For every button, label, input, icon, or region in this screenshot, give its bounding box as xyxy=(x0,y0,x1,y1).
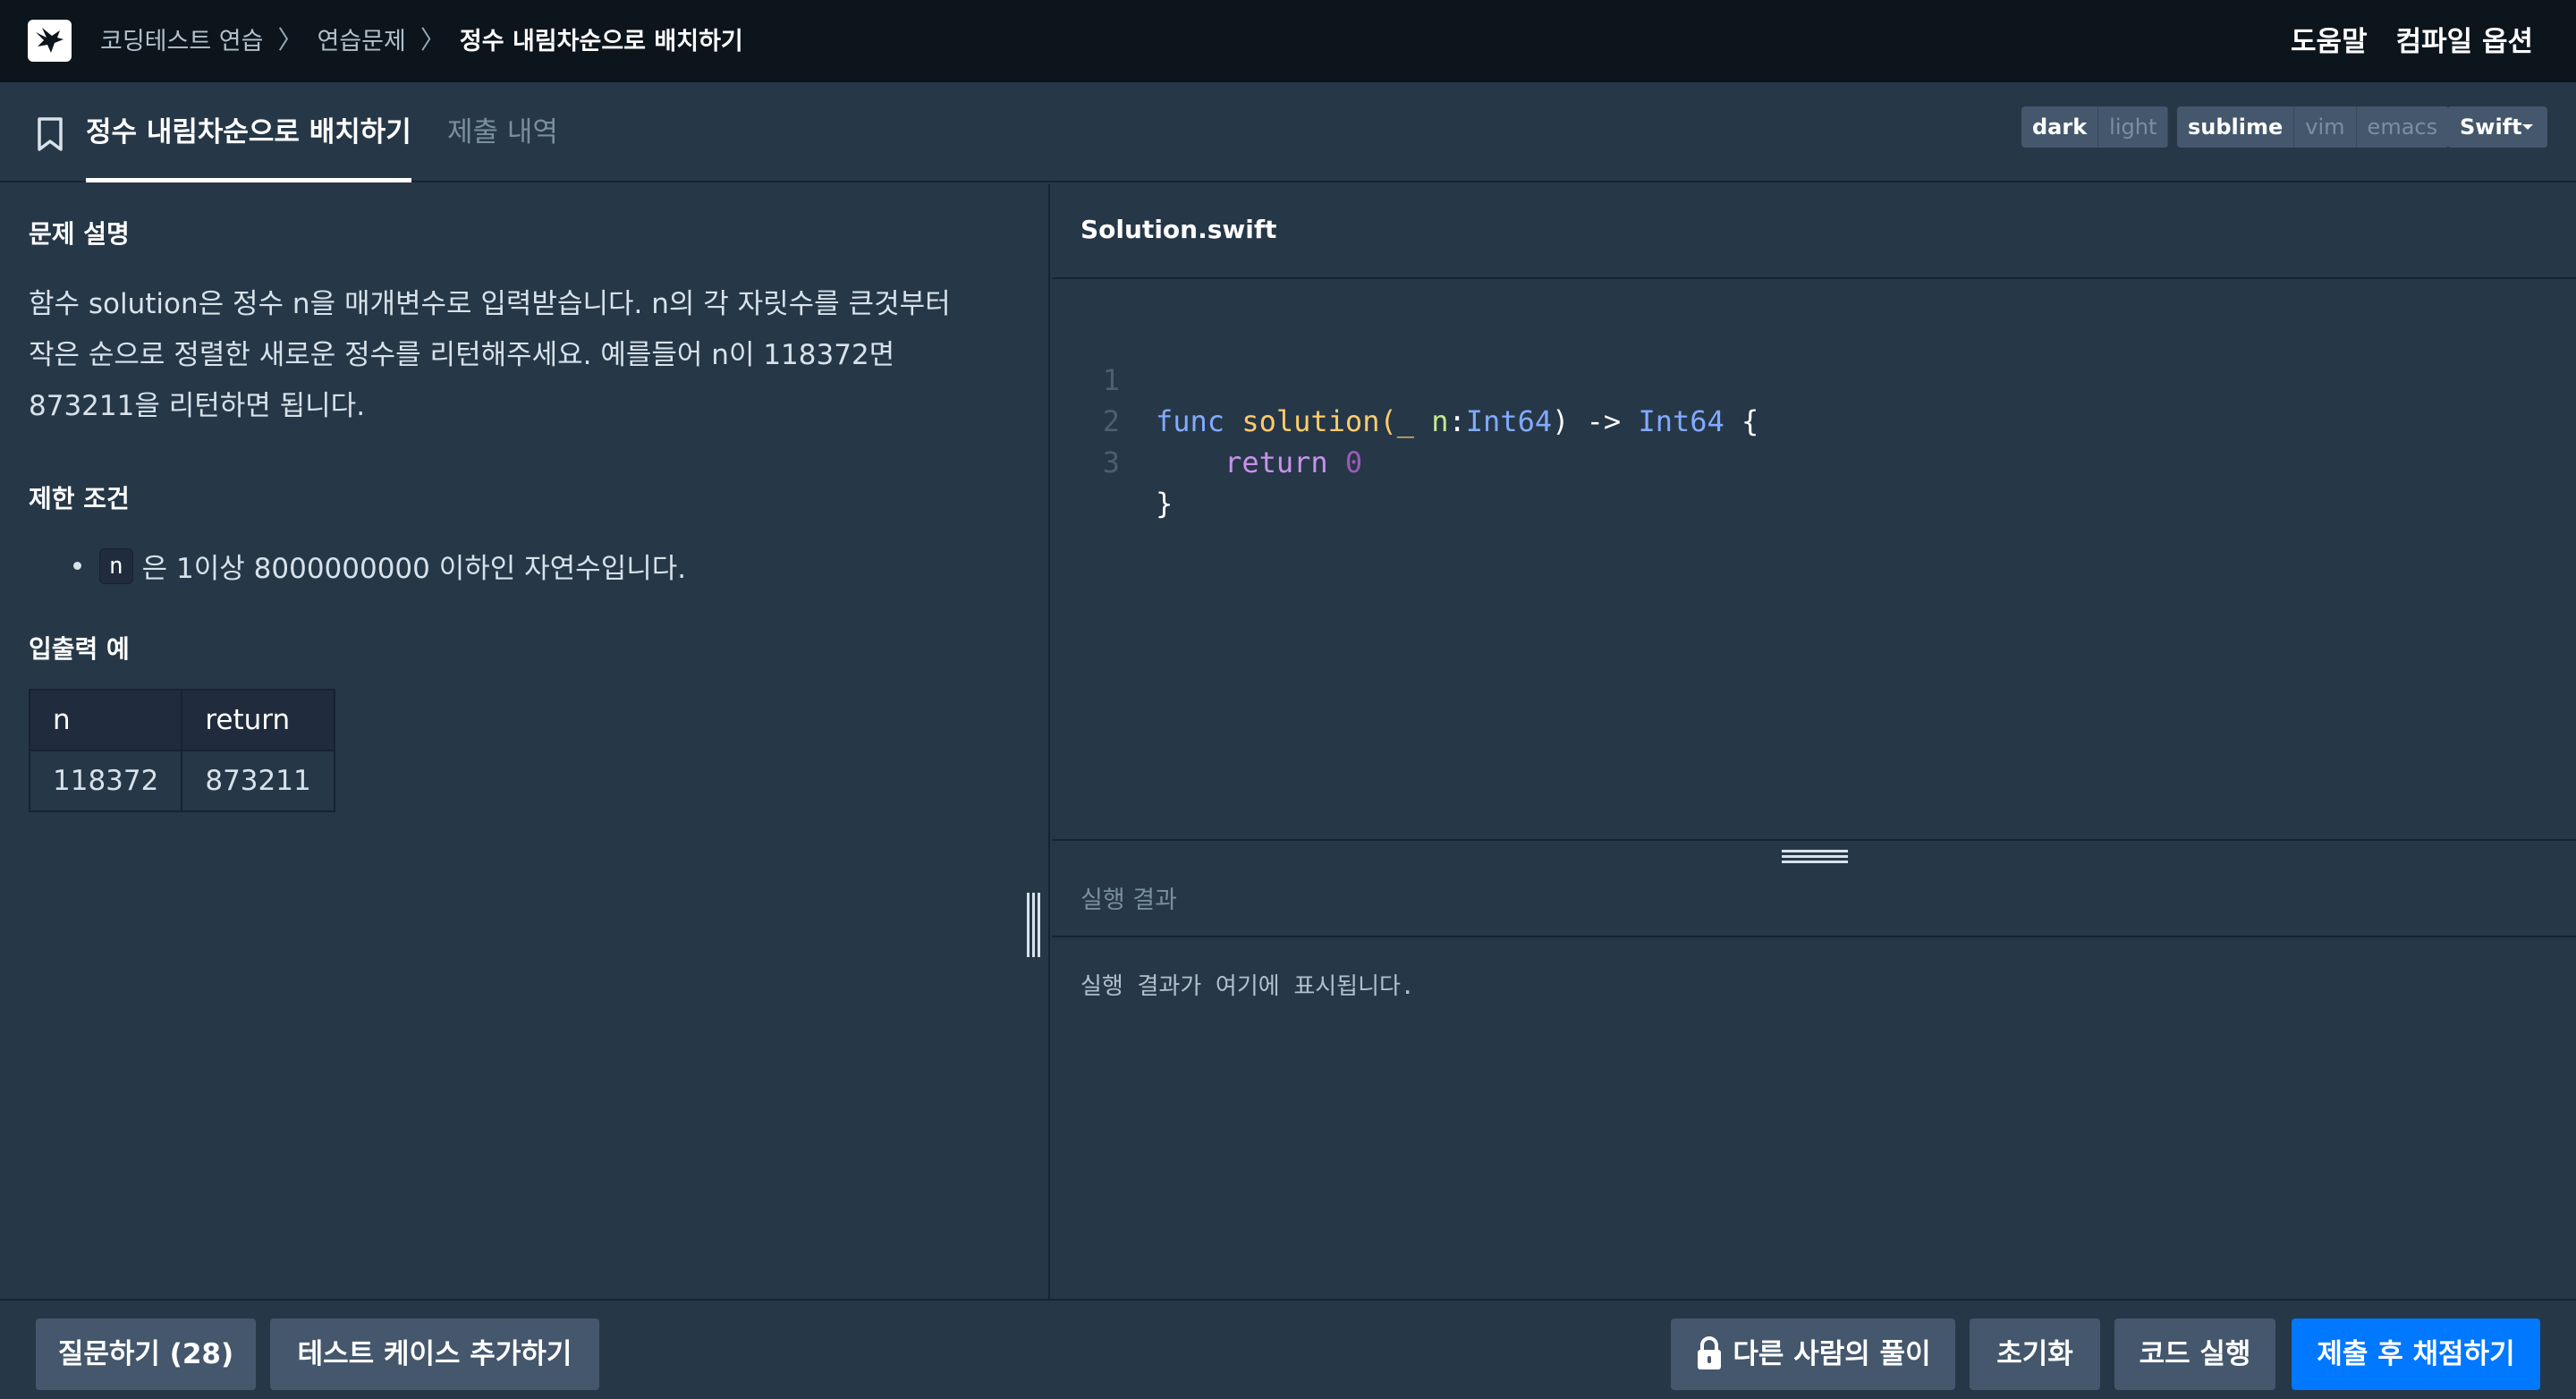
table-header-row: n return xyxy=(28,689,335,751)
programmers-logo-icon[interactable] xyxy=(28,20,72,62)
io-example-table: n return 118372 873211 xyxy=(28,689,335,812)
breadcrumb-separator-icon: 〉 xyxy=(419,25,445,55)
tab-problem[interactable]: 정수 내림차순으로 배치하기 xyxy=(86,109,411,182)
run-code-button[interactable]: 코드 실행 xyxy=(2114,1318,2275,1390)
result-title: 실행 결과 xyxy=(1080,886,1177,914)
constraint-item: n 은 1이상 8000000000 이하인 자연수입니다. xyxy=(73,546,686,586)
table-cell: 118372 xyxy=(28,750,183,812)
description-heading: 문제 설명 xyxy=(29,219,130,249)
code-token: return xyxy=(1224,445,1328,479)
code-token: } xyxy=(1156,487,1174,521)
others-solution-label: 다른 사람의 풀이 xyxy=(1733,1338,1931,1370)
vertical-resize-handle[interactable] xyxy=(1027,893,1046,957)
description-text: 함수 solution은 정수 n을 매개변수로 입력받습니다. n의 각 자릿… xyxy=(29,279,986,432)
code-line: 1 func solution(_ n:Int64) -> Int64 { xyxy=(1052,318,2576,438)
line-number: 3 xyxy=(1102,445,1120,479)
code-editor[interactable]: 1 func solution(_ n:Int64) -> Int64 { 2 … xyxy=(1052,281,2576,843)
compile-options-link[interactable]: 컴파일 옵션 xyxy=(2396,19,2533,59)
breadcrumb: 코딩테스트 연습 〉 연습문제 〉 정수 내림차순으로 배치하기 xyxy=(100,0,743,77)
constraints-heading: 제한 조건 xyxy=(29,484,130,513)
action-footer: 질문하기 (28) 테스트 케이스 추가하기 다른 사람의 풀이 초기화 코드 … xyxy=(0,1299,2576,1399)
code-line: 2 return 0 xyxy=(1052,360,2576,479)
theme-dark-button[interactable]: dark xyxy=(2021,106,2099,148)
keymap-emacs-button[interactable]: emacs xyxy=(2356,106,2450,148)
others-solution-button[interactable]: 다른 사람의 풀이 xyxy=(1671,1318,1955,1390)
lock-icon xyxy=(1698,1335,1722,1369)
breadcrumb-practice[interactable]: 연습문제 xyxy=(317,21,405,56)
result-header: 실행 결과 xyxy=(1052,839,2576,937)
description-line: 함수 solution은 정수 n을 매개변수로 입력받습니다. n의 각 자릿… xyxy=(29,288,951,320)
constraint-code: n xyxy=(99,547,133,584)
bookmark-icon[interactable] xyxy=(36,116,64,152)
keymap-sublime-button[interactable]: sublime xyxy=(2177,106,2295,148)
keymap-vim-button[interactable]: vim xyxy=(2294,106,2357,148)
language-select-value: Swift xyxy=(2460,114,2522,140)
bird-logo-icon xyxy=(36,28,64,53)
theme-toggle: dark light xyxy=(2021,106,2169,148)
table-header-return: return xyxy=(181,689,335,751)
top-navbar: 코딩테스트 연습 〉 연습문제 〉 정수 내림차순으로 배치하기 도움말 컴파일… xyxy=(0,0,2576,82)
io-example-heading: 입출력 예 xyxy=(29,634,130,664)
table-cell: 873211 xyxy=(181,750,335,812)
add-testcase-button[interactable]: 테스트 케이스 추가하기 xyxy=(270,1318,599,1390)
horizontal-resize-handle[interactable] xyxy=(1782,850,1848,868)
submit-button[interactable]: 제출 후 채점하기 xyxy=(2292,1318,2540,1390)
ask-question-button[interactable]: 질문하기 (28) xyxy=(36,1318,256,1390)
code-line: 3 } xyxy=(1052,401,2576,521)
bullet-icon xyxy=(73,562,81,570)
problem-description-panel: 문제 설명 함수 solution은 정수 n을 매개변수로 입력받습니다. n… xyxy=(0,184,1050,1299)
caret-down-icon xyxy=(2522,124,2533,130)
breadcrumb-separator-icon: 〉 xyxy=(277,25,303,55)
result-output: 실행 결과가 여기에 표시됩니다. xyxy=(1080,973,1415,1000)
language-select[interactable]: Swift xyxy=(2447,106,2547,148)
tab-submissions[interactable]: 제출 내역 xyxy=(447,109,558,182)
description-line: 873211을 리턴하면 됩니다. xyxy=(29,390,366,422)
table-header-n: n xyxy=(28,689,183,751)
code-token: 0 xyxy=(1344,445,1363,479)
editor-header: Solution.swift xyxy=(1052,184,2576,279)
editor-file-name: Solution.swift xyxy=(1080,215,1277,244)
editor-panel: Solution.swift 1 func solution(_ n:Int64… xyxy=(1052,184,2576,1299)
breadcrumb-current-problem: 정수 내림차순으로 배치하기 xyxy=(459,27,743,55)
description-line: 작은 순으로 정렬한 새로운 정수를 리턴해주세요. 예를들어 n이 11837… xyxy=(29,339,895,371)
theme-light-button[interactable]: light xyxy=(2098,106,2169,148)
help-link[interactable]: 도움말 xyxy=(2291,19,2368,59)
keymap-toggle: sublime vim emacs xyxy=(2177,106,2450,148)
constraint-text: 은 1이상 8000000000 이하인 자연수입니다. xyxy=(141,553,687,585)
reset-button[interactable]: 초기화 xyxy=(1970,1318,2100,1390)
table-row: 118372 873211 xyxy=(28,750,335,812)
breadcrumb-coding-test[interactable]: 코딩테스트 연습 xyxy=(100,21,263,56)
